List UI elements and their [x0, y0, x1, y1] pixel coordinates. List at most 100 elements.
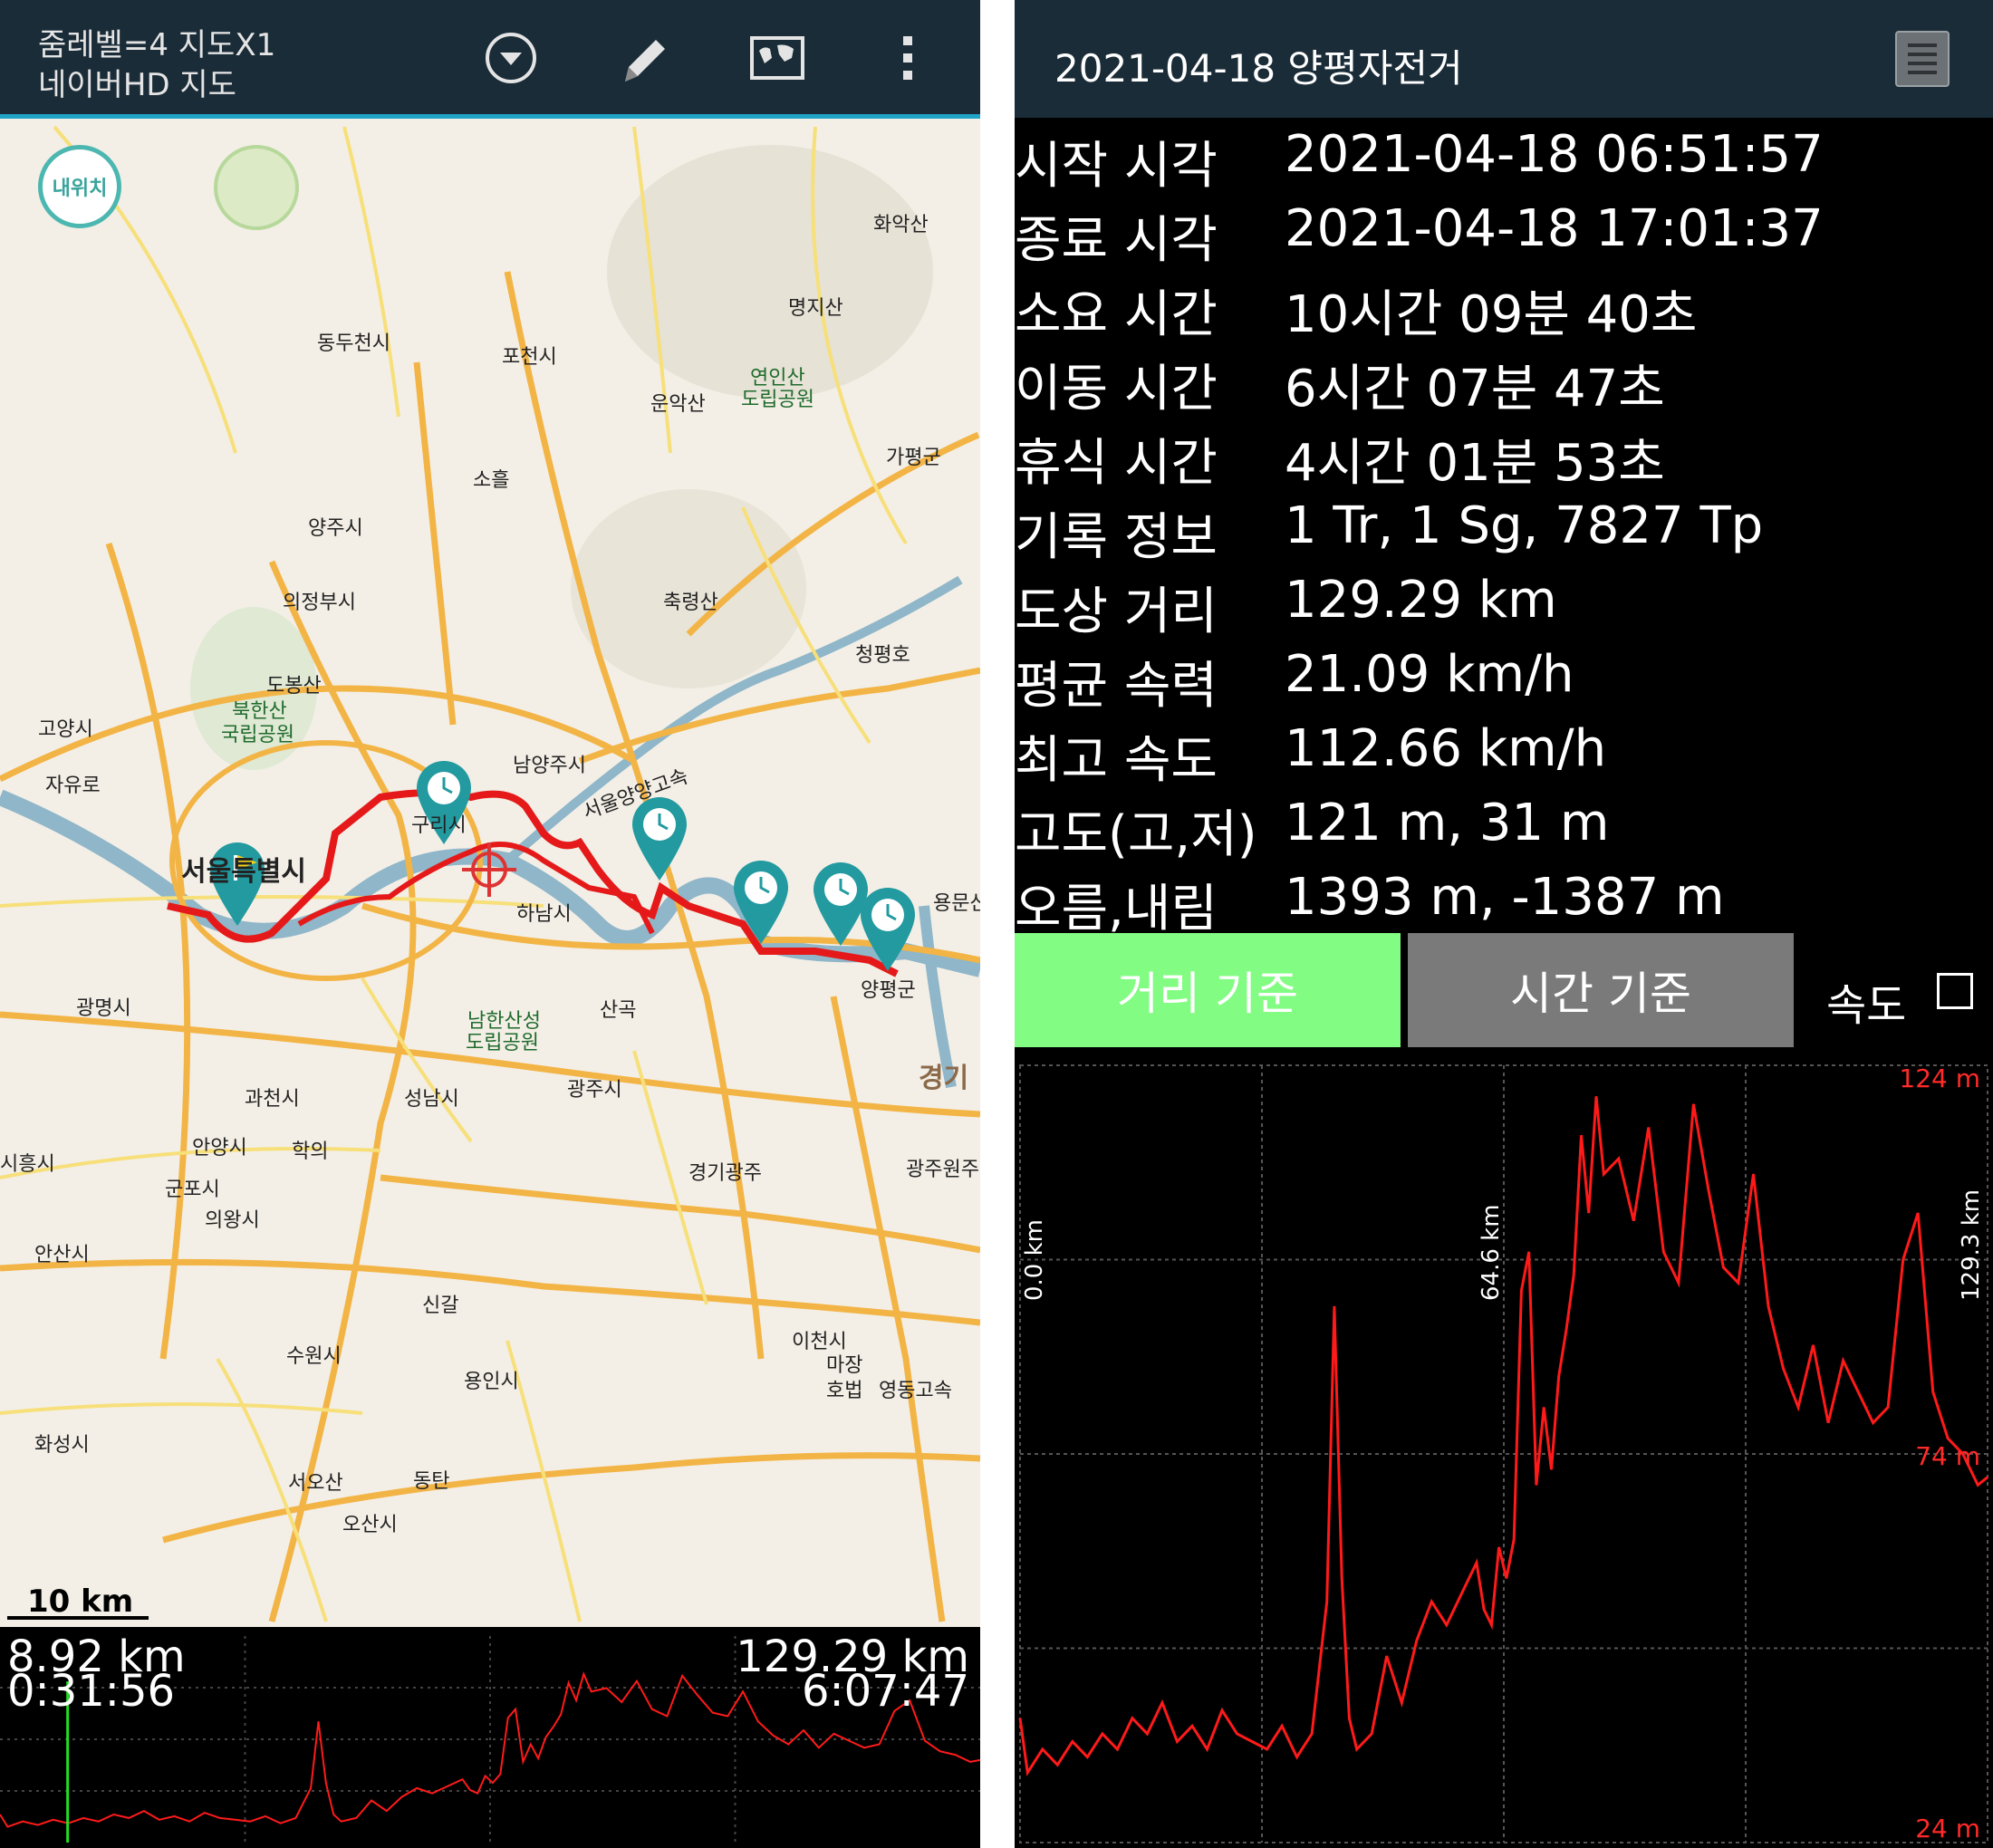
place-label: 양평군	[861, 979, 916, 1002]
my-location-button[interactable]: 내위치	[38, 145, 121, 228]
place-label: 자유로	[45, 775, 101, 797]
place-label: 경기광주	[688, 1162, 762, 1185]
mini-elevation-chart[interactable]: 8.92 km 0:31:56 129.29 km 6:07:47	[0, 1627, 980, 1848]
y-tick-label: 74 m	[1915, 1441, 1980, 1471]
speed-checkbox-label: 속도	[1826, 980, 1907, 1031]
elevation-point	[1513, 1538, 1515, 1540]
elevation-point	[1341, 1577, 1343, 1579]
y-tick-label: 24 m	[1915, 1814, 1980, 1843]
elevation-point	[1460, 1593, 1462, 1594]
elevation-point	[1648, 1127, 1650, 1129]
cursor-time: 0:31:56	[7, 1666, 176, 1717]
place-label: 광주시	[567, 1079, 622, 1102]
place-label: 고양시	[38, 718, 93, 741]
elevation-point	[1595, 1095, 1597, 1097]
pencil-icon[interactable]	[612, 27, 674, 89]
elevation-point	[1902, 1259, 1904, 1260]
elevation-point	[1843, 1360, 1844, 1362]
place-label: 하남시	[516, 903, 572, 926]
stat-label: 기록 정보	[1015, 508, 1218, 567]
place-label: 경기	[919, 1063, 969, 1094]
place-label: 신갈	[422, 1295, 459, 1317]
place-label: 의왕시	[205, 1209, 260, 1232]
speed-checkbox[interactable]	[1937, 973, 1973, 1009]
elevation-point	[1947, 1438, 1949, 1439]
map-source-label: 네이버HD 지도	[38, 67, 236, 103]
list-menu-icon[interactable]	[1895, 31, 1950, 87]
track-header: 2021-04-18 양평자전거	[1015, 0, 1993, 118]
place-label: 과천시	[245, 1088, 300, 1111]
place-label: 양주시	[308, 517, 363, 540]
place-label: 남양주시	[513, 755, 586, 777]
distance-basis-button[interactable]: 거리 기준	[1015, 933, 1401, 1047]
elevation-point	[1506, 1577, 1507, 1579]
elevation-point	[1857, 1391, 1859, 1392]
place-label: 명지산	[788, 297, 843, 320]
elevation-point	[1026, 1772, 1028, 1774]
stat-row: 최고 속도 112.66 km/h	[1015, 719, 1993, 794]
place-label: 군포시	[165, 1179, 220, 1201]
elevation-point	[1266, 1748, 1268, 1750]
dropdown-circle-icon[interactable]	[480, 27, 542, 89]
map-header: 줌레벨=4 지도X1 네이버HD 지도	[0, 0, 980, 119]
stat-row: 오름,내림 1393 m, -1387 m	[1015, 868, 1993, 942]
elevation-point	[1311, 1733, 1313, 1735]
zoom-level-label: 줌레벨=4 지도X1	[38, 27, 276, 63]
place-label: 광주원주	[906, 1159, 979, 1181]
elevation-point	[1520, 1290, 1522, 1292]
stat-row: 소요 시간 10시간 09분 40초	[1015, 274, 1993, 348]
more-vert-icon[interactable]	[877, 27, 939, 89]
elevation-point	[1146, 1733, 1148, 1735]
elevation-point	[1281, 1725, 1283, 1727]
elevation-point	[1708, 1189, 1709, 1190]
place-label: 광명시	[76, 997, 131, 1020]
elevation-point	[1056, 1764, 1058, 1766]
stat-value: 4시간 01분 53초	[1285, 434, 1665, 493]
elevation-point	[1550, 1468, 1552, 1470]
world-map-icon[interactable]	[746, 27, 808, 89]
elevation-point	[1042, 1748, 1044, 1750]
elevation-point	[1588, 1212, 1590, 1214]
stat-row: 도상 거리 129.29 km	[1015, 571, 1993, 645]
stat-value: 21.09 km/h	[1285, 645, 1574, 704]
elevation-point	[1632, 1220, 1634, 1222]
map-screen: 줌레벨=4 지도X1 네이버HD 지도 내위치 화악산 명지산 동두천시 포천시…	[0, 0, 980, 1848]
stat-value: 6시간 07분 47초	[1285, 360, 1665, 419]
map-canvas[interactable]: 내위치 화악산 명지산 동두천시 포천시 운악산 연인산 도립공원 가평군 소흘…	[0, 119, 980, 1627]
elevation-point	[1072, 1740, 1074, 1742]
elevation-point	[1356, 1748, 1358, 1750]
elevation-point	[1932, 1391, 1934, 1392]
elevation-point	[1580, 1134, 1582, 1136]
stat-value: 121 m, 31 m	[1285, 794, 1610, 852]
elevation-chart[interactable]: 124 m 74 m 24 m 0.0 km 64.6 km 129.3 km	[1015, 1051, 1993, 1848]
elevation-point	[1251, 1740, 1253, 1742]
elevation-point	[1430, 1601, 1432, 1603]
time-basis-button[interactable]: 시간 기준	[1408, 933, 1794, 1047]
place-label: 포천시	[502, 346, 557, 369]
gps-toggle-button[interactable]	[214, 145, 299, 230]
stat-label: 고도(고,저)	[1015, 805, 1257, 864]
place-label: 학의	[292, 1141, 329, 1163]
place-label: 청평호	[855, 644, 910, 667]
place-label: 영동고속	[879, 1380, 952, 1402]
elevation-plot: 124 m 74 m 24 m 0.0 km 64.6 km 129.3 km	[1018, 1064, 1988, 1843]
stat-row: 시작 시각 2021-04-18 06:51:57	[1015, 125, 1993, 199]
place-label: 성남시	[404, 1088, 459, 1111]
elevation-point	[1813, 1344, 1815, 1346]
elevation-point	[1543, 1407, 1545, 1409]
place-label: 오산시	[342, 1514, 398, 1536]
elevation-point	[1767, 1305, 1769, 1307]
stat-label: 최고 속도	[1015, 731, 1218, 790]
elevation-point	[1333, 1305, 1335, 1307]
stat-row: 고도(고,저) 121 m, 31 m	[1015, 794, 1993, 868]
panel-gap	[980, 0, 1015, 1848]
elevation-point	[1116, 1748, 1118, 1750]
elevation-point	[1603, 1173, 1604, 1175]
total-time: 6:07:47	[801, 1666, 969, 1717]
x-tick-label: 64.6 km	[1478, 1204, 1505, 1301]
stat-value: 10시간 09분 40초	[1285, 285, 1698, 344]
place-label: 산곡	[600, 999, 637, 1022]
elevation-point	[1206, 1748, 1208, 1750]
place-label: 호법	[826, 1380, 863, 1402]
elevation-point	[1797, 1407, 1799, 1409]
